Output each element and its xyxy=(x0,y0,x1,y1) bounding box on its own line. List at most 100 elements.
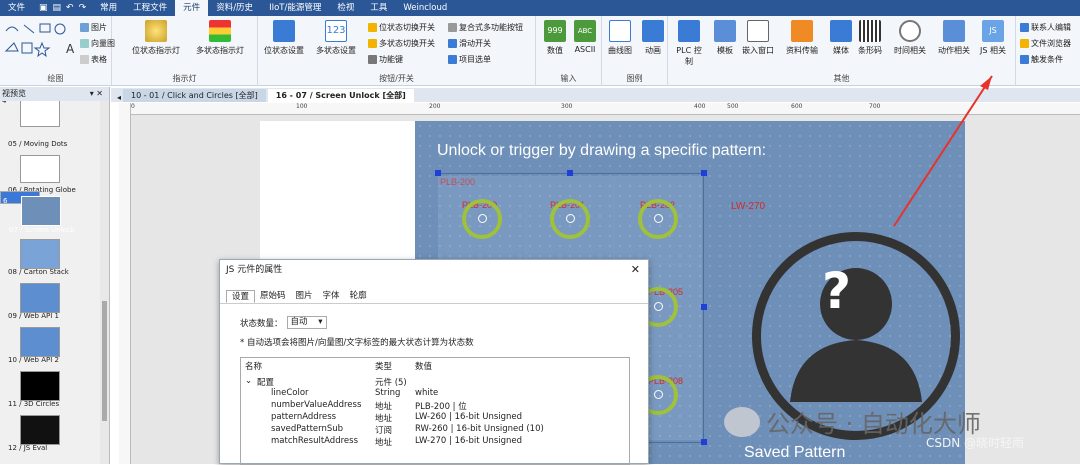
selection-handle[interactable] xyxy=(567,170,573,176)
table-row[interactable]: savedPatternSub 订阅 RW-260 | 16-bit Unsig… xyxy=(241,424,621,436)
plc-control-button[interactable]: PLC 控制 xyxy=(674,20,704,67)
action-button[interactable]: 动作相关 xyxy=(938,20,970,56)
chart-group-label: 图例 xyxy=(626,74,643,83)
menu-tab-project[interactable]: 工程文件 xyxy=(125,0,175,16)
key-icon xyxy=(368,55,377,64)
tab-source[interactable]: 原始码 xyxy=(255,290,291,303)
traffic-light-icon xyxy=(209,20,231,42)
trigger-link[interactable]: 触发条件 xyxy=(1020,54,1063,65)
saved-pattern-label: Saved Pattern xyxy=(744,444,846,461)
function-key-button[interactable]: 功能键 xyxy=(368,54,403,65)
tab-picture[interactable]: 图片 xyxy=(291,290,318,303)
tab-outline[interactable]: 轮廓 xyxy=(345,290,372,303)
table-row[interactable]: patternAddress 地址 LW-260 | 16-bit Unsign… xyxy=(241,412,621,424)
tab-font[interactable]: 字体 xyxy=(318,290,345,303)
state-count-row: 状态数量： 自动 ▾ xyxy=(240,316,327,329)
word-lamp-button[interactable]: 多状态指示灯 xyxy=(196,20,244,56)
table-row[interactable]: lineColor String white xyxy=(241,388,621,400)
switch-group: 位状态设置 123 多状态设置 位状态切换开关 多状态切换开关 功能键 复合式多功… xyxy=(258,16,536,86)
file-browser-link[interactable]: 文件浏览器 xyxy=(1020,38,1071,49)
doc-tab-screen-unlock[interactable]: 16 - 07 / Screen Unlock [全部] xyxy=(267,89,414,102)
selection-handle[interactable] xyxy=(435,170,441,176)
animation-button[interactable]: 动画 xyxy=(642,20,664,56)
expand-chevron-icon[interactable]: ⌄ xyxy=(245,376,252,386)
vertical-ruler xyxy=(119,103,131,464)
contact-editor-link[interactable]: 联系人编辑 xyxy=(1020,22,1071,33)
template-button[interactable]: 模板 xyxy=(714,20,736,56)
menu-tab-weincloud[interactable]: Weincloud xyxy=(395,0,455,16)
toggle-switch-button[interactable]: 位状态切换开关 xyxy=(368,22,435,33)
bulb-icon xyxy=(145,20,167,42)
thumb-item-selected[interactable]: 6 07 / Screen Unlock xyxy=(0,191,75,234)
selection-handle[interactable] xyxy=(701,170,707,176)
menu-tab-objects[interactable]: 元件 xyxy=(175,0,209,16)
horizontal-ruler: 0 100 200 300 400 500 600 700 xyxy=(131,103,1080,115)
selection-handle[interactable] xyxy=(701,304,707,310)
property-table: 名称 类型 数值 ⌄ 配置 元件 (5) lineColor String wh… xyxy=(240,357,630,465)
pattern-dot xyxy=(654,390,663,399)
combo-button[interactable]: 复合式多功能按钮 xyxy=(448,22,523,33)
data-transfer-button[interactable]: 资料传输 xyxy=(786,20,818,56)
js-button[interactable]: JS JS 相关 xyxy=(980,20,1006,56)
set-bit-button[interactable]: 位状态设置 xyxy=(264,20,304,56)
action-icon xyxy=(943,20,965,42)
thumb-item[interactable]: 11 / 3D Circles xyxy=(0,367,100,411)
slider-icon xyxy=(448,39,457,48)
picture-button[interactable]: 图片 xyxy=(80,22,107,33)
thumb-item[interactable]: 4 xyxy=(0,101,100,137)
picture-icon xyxy=(80,23,89,32)
open-icon[interactable]: ▤ xyxy=(53,3,62,13)
barcode-button[interactable]: 条形码 xyxy=(858,20,882,56)
contact-icon xyxy=(1020,23,1029,32)
ascii-button[interactable]: ABC ASCII xyxy=(574,20,596,54)
preview-scrollbar[interactable] xyxy=(100,101,109,464)
bit-lamp-button[interactable]: 位状态指示灯 xyxy=(132,20,180,56)
thumb-item[interactable]: 08 / Carton Stack xyxy=(0,235,100,279)
item-list-button[interactable]: 项目选单 xyxy=(448,54,491,65)
save-icon[interactable]: ▣ xyxy=(39,3,48,13)
svg-text:A: A xyxy=(66,42,75,56)
menu-tab-common[interactable]: 常用 xyxy=(92,0,125,16)
abc-icon: ABC xyxy=(574,20,596,42)
menu-tab-data[interactable]: 资料/历史 xyxy=(208,0,261,16)
menu-tab-tools[interactable]: 工具 xyxy=(362,0,395,16)
media-button[interactable]: 媒体 xyxy=(830,20,852,56)
set-word-button[interactable]: 123 多状态设置 xyxy=(316,20,356,56)
numeric-button[interactable]: 999 数值 xyxy=(544,20,566,56)
state-count-select[interactable]: 自动 ▾ xyxy=(286,316,327,329)
preview-header: 视预览 ▾ ✕ xyxy=(0,87,109,101)
thumb-item[interactable]: 12 / JS Eval xyxy=(0,411,100,455)
multi-switch-button[interactable]: 多状态切换开关 xyxy=(368,38,435,49)
embed-window-button[interactable]: 嵌入窗口 xyxy=(742,20,774,56)
vector-button[interactable]: 向量图 xyxy=(80,38,115,49)
undo-icon[interactable]: ↶ xyxy=(66,3,74,13)
thumb-item[interactable]: 10 / Web API 2 xyxy=(0,323,100,367)
doc-tab-click-and-circles[interactable]: 10 - 01 / Click and Circles [全部] xyxy=(123,89,266,102)
table-row[interactable]: numberValueAddress 地址 PLB-200 | 位 xyxy=(241,400,621,412)
slider-switch-button[interactable]: 滑动开关 xyxy=(448,38,491,49)
redo-icon[interactable]: ↷ xyxy=(79,3,87,13)
close-icon[interactable]: ✕ xyxy=(631,260,640,280)
js-icon: JS xyxy=(981,20,1004,42)
table-row[interactable]: ⌄ 配置 元件 (5) xyxy=(241,376,621,388)
selection-handle[interactable] xyxy=(701,439,707,445)
function-icon xyxy=(1020,55,1029,64)
document-tabs: ◂ 10 - 01 / Click and Circles [全部] 16 - … xyxy=(111,88,1080,102)
menu-tab-iiot[interactable]: IIoT/能源管理 xyxy=(261,0,329,16)
tab-scroll-left-icon[interactable]: ◂ xyxy=(117,93,121,102)
close-icon[interactable]: ▾ ✕ xyxy=(90,87,103,101)
time-button[interactable]: 时间相关 xyxy=(894,20,926,56)
line-chart-icon xyxy=(609,20,631,42)
shape-tools-icon[interactable]: A xyxy=(4,21,76,61)
menu-tab-view[interactable]: 检视 xyxy=(329,0,362,16)
other-group-label: 其他 xyxy=(833,74,850,83)
trend-button[interactable]: 曲线图 xyxy=(608,20,632,56)
table-button[interactable]: 表格 xyxy=(80,54,107,65)
menu-file[interactable]: 文件 xyxy=(0,0,33,16)
switch-group-label: 按钮/开关 xyxy=(379,74,414,83)
dialog-titlebar[interactable]: JS 元件的属性 ✕ xyxy=(220,260,648,280)
chevron-down-icon: ▾ xyxy=(318,317,323,327)
thumb-item[interactable]: 09 / Web API 1 xyxy=(0,279,100,323)
tab-settings[interactable]: 设置 xyxy=(226,290,256,303)
table-row[interactable]: matchResultAddress 地址 LW-270 | 16-bit Un… xyxy=(241,436,621,448)
